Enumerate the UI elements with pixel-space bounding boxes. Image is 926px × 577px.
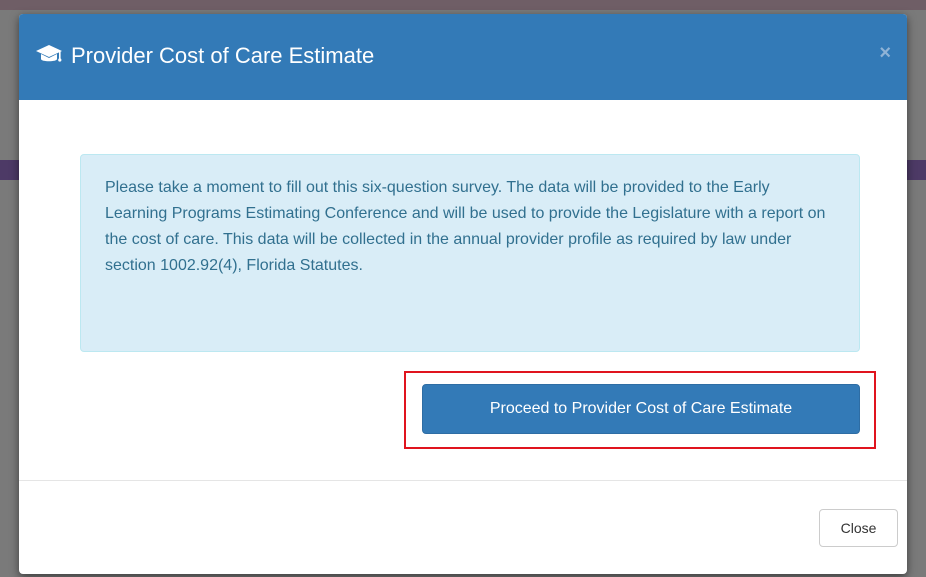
graduation-cap-icon <box>35 42 63 66</box>
proceed-button[interactable]: Proceed to Provider Cost of Care Estimat… <box>422 384 860 434</box>
close-icon[interactable]: × <box>879 40 891 66</box>
survey-message: Please take a moment to fill out this si… <box>105 179 826 274</box>
close-button[interactable]: Close <box>819 509 898 547</box>
background-header-strip <box>0 0 926 10</box>
info-alert: Please take a moment to fill out this si… <box>80 154 860 352</box>
footer-divider <box>19 480 907 481</box>
modal-title: Provider Cost of Care Estimate <box>71 43 375 68</box>
cost-of-care-modal: Provider Cost of Care Estimate × Please … <box>19 14 907 574</box>
modal-header: Provider Cost of Care Estimate × <box>19 14 907 100</box>
